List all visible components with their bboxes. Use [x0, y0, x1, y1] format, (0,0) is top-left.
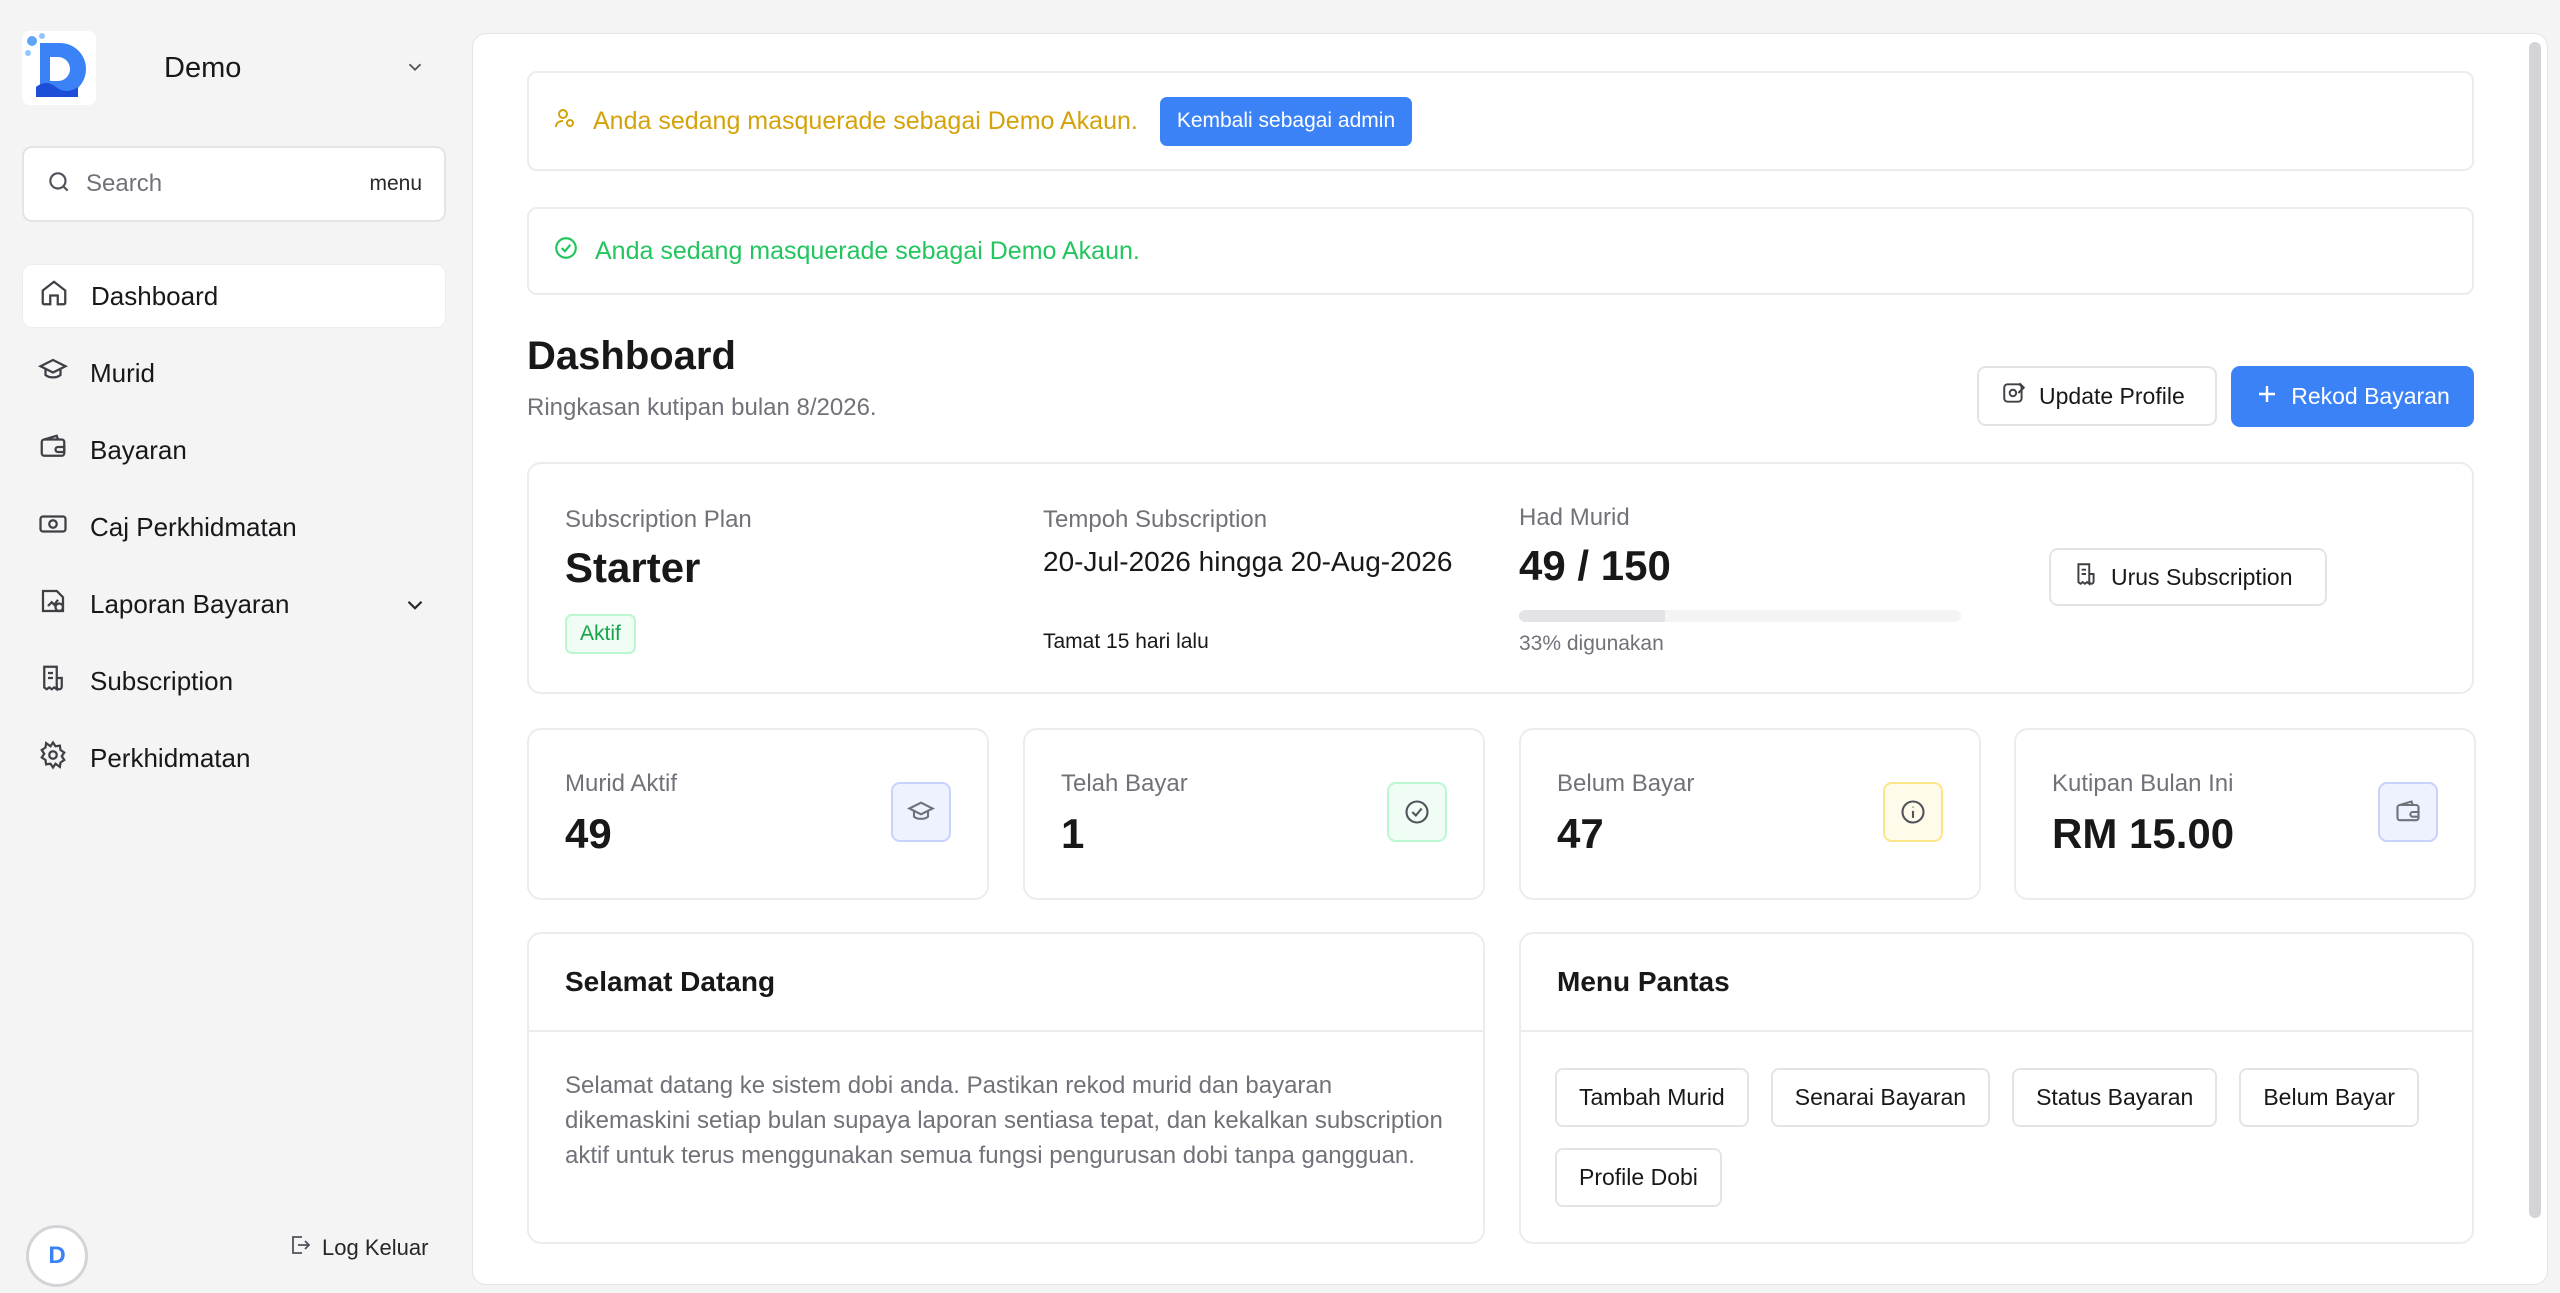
wallet-icon [38, 432, 68, 469]
brand-logo [22, 31, 96, 105]
stat-card-unpaid: Belum Bayar 47 [1519, 728, 1981, 900]
graduation-cap-icon [37, 355, 69, 392]
expiry-note: Tamat 15 hari lalu [1043, 630, 1209, 653]
receipt-icon [2073, 561, 2099, 593]
edit-profile-icon [2001, 380, 2027, 412]
sidebar: Demo Search menu Dashboard Murid Bayaran… [0, 0, 470, 1293]
sidebar-item-label: Caj Perkhidmatan [90, 511, 297, 542]
success-message: Anda sedang masquerade sebagai Demo Akau… [595, 236, 1140, 265]
chevron-down-icon [404, 56, 426, 83]
receipt-icon [38, 663, 68, 700]
brand-switcher[interactable]: Demo [22, 30, 446, 106]
search-shortcut: menu [369, 172, 422, 195]
masquerade-message: Anda sedang masquerade sebagai Demo Akau… [593, 106, 1138, 135]
sidebar-item-laporan-bayaran[interactable]: Laporan Bayaran [22, 572, 446, 636]
sidebar-item-label: Laporan Bayaran [90, 588, 290, 619]
sidebar-item-label: Perkhidmatan [90, 742, 251, 773]
stat-value: 47 [1557, 810, 1604, 857]
subscription-card: Subscription Plan Starter Aktif Tempoh S… [527, 462, 2474, 694]
plan-name: Starter [565, 544, 701, 591]
sidebar-item-dashboard[interactable]: Dashboard [22, 264, 446, 328]
welcome-title: Selamat Datang [529, 934, 1483, 1032]
logout-button[interactable]: Log Keluar [288, 1233, 428, 1263]
plan-label: Subscription Plan [565, 506, 752, 533]
success-alert: Anda sedang masquerade sebagai Demo Akau… [527, 207, 2474, 295]
quick-laundry-profile-button[interactable]: Profile Dobi [1555, 1148, 1722, 1207]
record-payment-button[interactable]: Rekod Bayaran [2231, 366, 2474, 427]
stat-label: Kutipan Bulan Ini [2052, 770, 2234, 797]
page-subtitle: Ringkasan kutipan bulan 8/2026. [527, 394, 877, 421]
scrollbar[interactable] [2529, 42, 2541, 1218]
stat-card-monthly-collection: Kutipan Bulan Ini RM 15.00 [2014, 728, 2476, 900]
quick-menu-title: Menu Pantas [1521, 934, 2472, 1032]
status-badge: Aktif [565, 614, 636, 654]
sidebar-item-label: Murid [90, 357, 156, 388]
masquerade-alert: Anda sedang masquerade sebagai Demo Akau… [527, 71, 2474, 171]
period-label: Tempoh Subscription [1043, 506, 1268, 533]
usage-text: 33% digunakan [1519, 632, 1664, 655]
record-payment-label: Rekod Bayaran [2291, 383, 2450, 409]
limit-value: 49 / 150 [1519, 542, 1671, 589]
search-placeholder: Search [86, 170, 163, 197]
stat-card-paid: Telah Bayar 1 [1023, 728, 1485, 900]
chart-file-icon [38, 586, 68, 623]
logout-icon [288, 1233, 312, 1263]
back-to-admin-button[interactable]: Kembali sebagai admin [1159, 96, 1413, 146]
stat-label: Murid Aktif [565, 770, 678, 797]
logout-label: Log Keluar [322, 1235, 429, 1260]
quick-unpaid-button[interactable]: Belum Bayar [2239, 1068, 2420, 1127]
quick-menu-buttons: Tambah Murid Senarai Bayaran Status Baya… [1555, 1068, 2475, 1207]
sidebar-item-bayaran[interactable]: Bayaran [22, 418, 446, 482]
check-circle-icon [553, 235, 579, 268]
sidebar-item-caj-perkhidmatan[interactable]: Caj Perkhidmatan [22, 495, 446, 559]
plus-icon [2255, 382, 2279, 412]
quick-payment-status-button[interactable]: Status Bayaran [2012, 1068, 2218, 1127]
manage-subscription-label: Urus Subscription [2111, 563, 2293, 590]
gear-icon [38, 739, 68, 777]
search-icon [46, 169, 72, 200]
brand-name: Demo [164, 51, 242, 84]
limit-label: Had Murid [1519, 504, 1630, 531]
welcome-panel: Selamat Datang Selamat datang ke sistem … [527, 932, 1485, 1244]
stat-label: Belum Bayar [1557, 770, 1695, 797]
quick-menu-panel: Menu Pantas Tambah Murid Senarai Bayaran… [1519, 932, 2474, 1244]
home-icon [39, 278, 69, 315]
sidebar-item-label: Bayaran [90, 434, 187, 465]
page-title: Dashboard [527, 334, 736, 378]
banknote-icon [38, 509, 68, 546]
stat-value: RM 15.00 [2052, 810, 2235, 857]
search-input[interactable]: Search menu [22, 146, 446, 222]
stat-label: Telah Bayar [1061, 770, 1188, 797]
stat-value: 49 [565, 810, 612, 857]
stat-value: 1 [1061, 810, 1085, 857]
main-content: Anda sedang masquerade sebagai Demo Akau… [472, 33, 2548, 1285]
avatar[interactable]: D [26, 1225, 88, 1287]
usage-progress-fill [1519, 610, 1665, 622]
info-icon [1883, 782, 1943, 842]
sidebar-item-label: Dashboard [91, 280, 219, 311]
stat-card-active-students: Murid Aktif 49 [527, 728, 989, 900]
sidebar-item-perkhidmatan[interactable]: Perkhidmatan [22, 726, 446, 790]
quick-add-student-button[interactable]: Tambah Murid [1555, 1068, 1749, 1127]
sidebar-nav: Dashboard Murid Bayaran Caj Perkhidmatan… [22, 264, 446, 803]
period-value: 20-Jul-2026 hingga 20-Aug-2026 [1043, 546, 1453, 577]
sidebar-item-subscription[interactable]: Subscription [22, 649, 446, 713]
user-icon [553, 106, 577, 137]
update-profile-button[interactable]: Update Profile [1977, 366, 2217, 426]
chevron-down-icon[interactable] [402, 592, 428, 625]
sidebar-item-murid[interactable]: Murid [22, 341, 446, 405]
graduation-cap-icon [891, 782, 951, 842]
wallet-icon [2378, 782, 2438, 842]
update-profile-label: Update Profile [2039, 382, 2185, 409]
welcome-text: Selamat datang ke sistem dobi anda. Past… [565, 1072, 1443, 1169]
manage-subscription-button[interactable]: Urus Subscription [2049, 548, 2327, 606]
sidebar-item-label: Subscription [90, 665, 234, 696]
quick-payment-list-button[interactable]: Senarai Bayaran [1770, 1068, 1991, 1127]
check-circle-icon [1387, 782, 1447, 842]
usage-progress-bar [1519, 610, 1961, 622]
